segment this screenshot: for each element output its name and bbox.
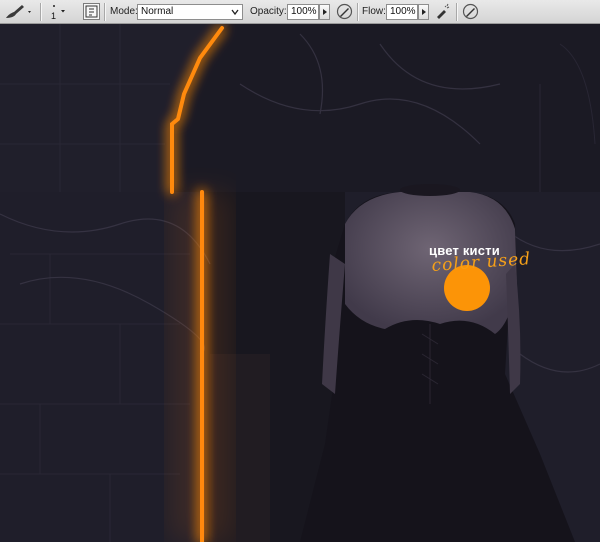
brush-panel-icon <box>85 5 98 18</box>
flow-label: Flow: <box>362 6 386 17</box>
airbrush-icon <box>437 3 450 19</box>
brush-tip-icon <box>53 5 65 13</box>
document-canvas[interactable]: цвет кисти color used <box>0 24 600 542</box>
chevron-down-icon <box>231 9 239 16</box>
flow-value: 100% <box>390 6 416 17</box>
airbrush-toggle-button[interactable] <box>434 3 451 20</box>
pen-pressure-size-icon <box>462 3 479 20</box>
tablet-pressure-size-button[interactable] <box>462 3 479 20</box>
toggle-brushes-panel-button[interactable] <box>83 3 100 20</box>
flow-input[interactable]: 100% <box>386 4 418 20</box>
opacity-value: 100% <box>291 6 317 17</box>
pen-pressure-icon <box>336 3 353 20</box>
brush-tool-icon <box>6 5 31 18</box>
tablet-pressure-opacity-button[interactable] <box>336 3 353 20</box>
opacity-slider-button[interactable] <box>319 4 330 20</box>
mode-value: Normal <box>141 6 174 17</box>
canvas-artwork <box>0 24 600 542</box>
opacity-input[interactable]: 100% <box>287 4 319 20</box>
brush-preset-picker[interactable]: 1 <box>46 2 68 22</box>
flow-slider-button[interactable] <box>418 4 429 20</box>
mode-label: Mode: <box>110 6 138 17</box>
opacity-label: Opacity: <box>250 6 287 17</box>
options-bar: 1 Mode: Normal Opacity: 100% Flow: 100% <box>0 0 600 24</box>
brush-tool-preset-picker[interactable] <box>3 3 33 21</box>
mode-dropdown[interactable]: Normal <box>137 4 243 20</box>
brush-size-label: 1 <box>51 11 57 21</box>
